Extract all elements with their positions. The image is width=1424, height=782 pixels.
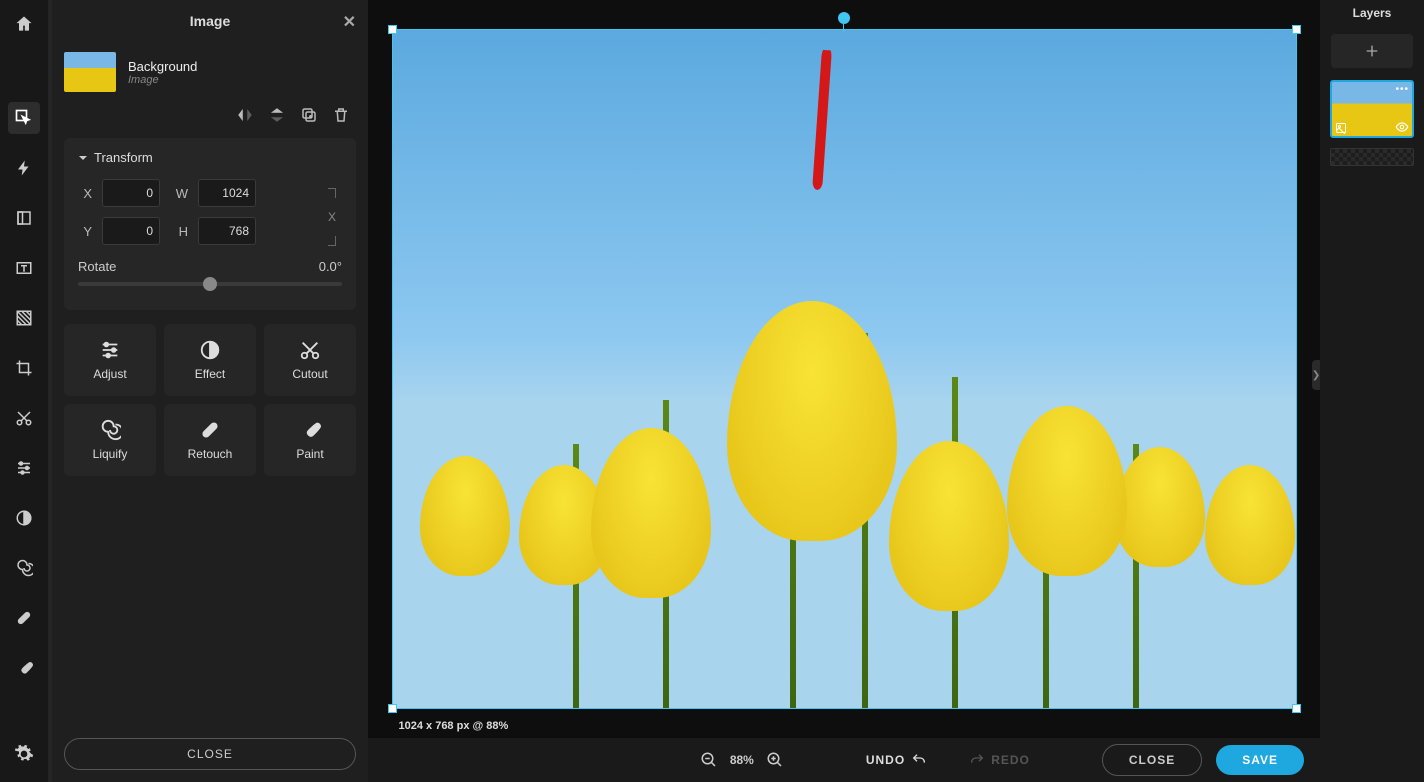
- canvas-viewport[interactable]: 1024 x 768 px @ 88%: [368, 0, 1320, 738]
- redo-button[interactable]: REDO: [955, 746, 1044, 774]
- bolt-tool-icon[interactable]: [8, 152, 40, 184]
- collapse-panel-icon[interactable]: ❯: [1312, 360, 1320, 390]
- redo-icon: [969, 752, 985, 768]
- cut-tool-icon[interactable]: [8, 402, 40, 434]
- crop-tool-icon[interactable]: [8, 352, 40, 384]
- save-button[interactable]: SAVE: [1216, 745, 1304, 775]
- liquify-button[interactable]: Liquify: [64, 404, 156, 476]
- plus-icon: [1364, 43, 1380, 59]
- transform-card: Transform X W Y H: [64, 138, 356, 310]
- h-label: H: [170, 224, 188, 239]
- spiral-tool-icon[interactable]: [8, 552, 40, 584]
- layer-visibility-icon[interactable]: [1395, 120, 1409, 134]
- transform-header[interactable]: Transform: [78, 150, 342, 165]
- adjust-button[interactable]: Adjust: [64, 324, 156, 396]
- tool-grid: Adjust Effect Cutout Liquify Retouch Pai…: [64, 324, 356, 476]
- rotate-value: 0.0°: [319, 259, 342, 274]
- home-icon[interactable]: [8, 8, 40, 40]
- rotate-label: Rotate: [78, 259, 116, 274]
- flip-v-icon[interactable]: [268, 106, 286, 124]
- layer-image-icon: [1335, 122, 1347, 134]
- left-toolbar: [0, 0, 48, 782]
- panel-title: Image: [190, 13, 230, 29]
- y-input[interactable]: [102, 217, 160, 245]
- bottom-bar: 88% UNDO REDO CLOSE SAVE: [368, 738, 1320, 782]
- zoom-in-icon[interactable]: [766, 751, 784, 769]
- empty-layer-slot[interactable]: [1330, 148, 1414, 166]
- panel-close-button[interactable]: CLOSE: [64, 738, 356, 770]
- rotate-slider[interactable]: [78, 282, 342, 286]
- handle-bl[interactable]: [388, 704, 397, 713]
- flip-h-icon[interactable]: [236, 106, 254, 124]
- rotate-handle[interactable]: [838, 12, 850, 24]
- canvas-area: 1024 x 768 px @ 88% 88% UNDO REDO CLOSE …: [368, 0, 1320, 782]
- close-icon[interactable]: ✕: [343, 12, 356, 32]
- layer-name: Background: [128, 59, 197, 74]
- handle-tl[interactable]: [388, 25, 397, 34]
- contrast-tool-icon[interactable]: [8, 502, 40, 534]
- x-input[interactable]: [102, 179, 160, 207]
- frame-tool-icon[interactable]: [8, 202, 40, 234]
- slider-knob[interactable]: [203, 277, 217, 291]
- canvas-image[interactable]: 1024 x 768 px @ 88%: [392, 29, 1297, 709]
- pattern-tool-icon[interactable]: [8, 302, 40, 334]
- delete-icon[interactable]: [332, 106, 350, 124]
- layers-title: Layers: [1353, 6, 1392, 20]
- text-tool-icon[interactable]: [8, 252, 40, 284]
- settings-icon[interactable]: [8, 738, 40, 770]
- zoom-out-icon[interactable]: [700, 751, 718, 769]
- effect-button[interactable]: Effect: [164, 324, 256, 396]
- h-input[interactable]: [198, 217, 256, 245]
- paint-button[interactable]: Paint: [264, 404, 356, 476]
- layer-type: Image: [128, 74, 197, 86]
- panel-header: Image ✕: [52, 0, 368, 42]
- undo-icon: [911, 752, 927, 768]
- retouch-button[interactable]: Retouch: [164, 404, 256, 476]
- layer-actions: [52, 102, 368, 138]
- add-layer-button[interactable]: [1331, 34, 1413, 68]
- bottom-close-button[interactable]: CLOSE: [1102, 744, 1202, 776]
- layers-panel: Layers ••• ❯: [1320, 0, 1424, 782]
- arrange-tool-icon[interactable]: [8, 102, 40, 134]
- brush-tool-icon[interactable]: [8, 652, 40, 684]
- cutout-button[interactable]: Cutout: [264, 324, 356, 396]
- layer-thumbnail[interactable]: [64, 52, 116, 92]
- layer-menu-icon[interactable]: •••: [1395, 84, 1409, 95]
- layer-info: Background Image: [52, 42, 368, 102]
- duplicate-icon[interactable]: [300, 106, 318, 124]
- handle-tr[interactable]: [1292, 25, 1301, 34]
- layer-item[interactable]: •••: [1330, 80, 1414, 138]
- sliders-tool-icon[interactable]: [8, 452, 40, 484]
- heal-tool-icon[interactable]: [8, 602, 40, 634]
- y-label: Y: [78, 224, 92, 239]
- w-input[interactable]: [198, 179, 256, 207]
- x-label: X: [78, 186, 92, 201]
- w-label: W: [170, 186, 188, 201]
- chevron-down-icon: [78, 153, 88, 163]
- image-panel: Image ✕ Background Image Transform X: [52, 0, 368, 782]
- canvas-status: 1024 x 768 px @ 88%: [399, 720, 509, 732]
- undo-button[interactable]: UNDO: [852, 746, 941, 774]
- zoom-value: 88%: [730, 753, 754, 767]
- handle-br[interactable]: [1292, 704, 1301, 713]
- aspect-lock[interactable]: X: [322, 188, 342, 246]
